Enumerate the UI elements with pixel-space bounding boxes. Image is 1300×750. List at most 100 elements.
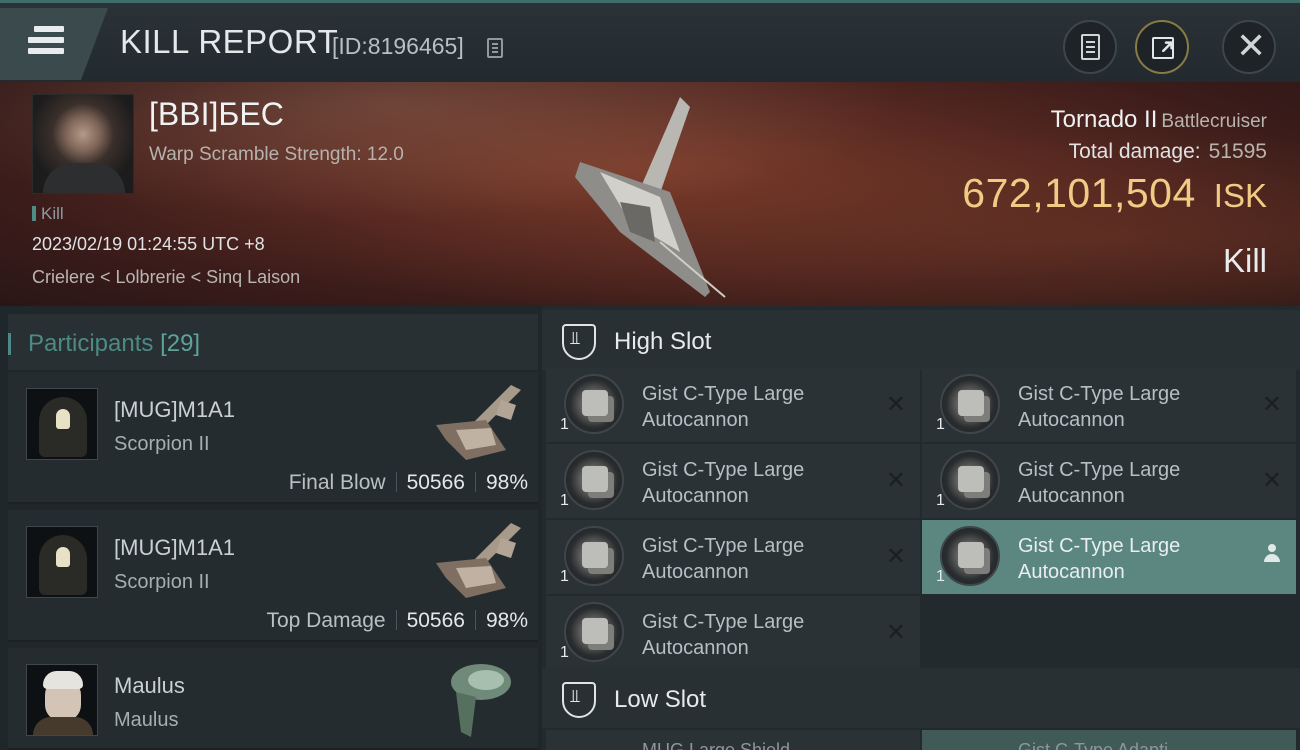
module-slot[interactable]: 1 Gist C-Type Large Autocannon ✕ [922, 444, 1296, 518]
module-slot[interactable]: 1 Gist C-Type Large Autocannon ✕ [546, 368, 920, 442]
high-slot-label: High Slot [614, 328, 712, 355]
autocannon-icon [940, 526, 1000, 586]
module-name: Gist C-Type Large Autocannon [642, 383, 805, 431]
participants-panel: Participants [29] [MUG]M1A1 Scorpion II … [0, 306, 542, 750]
participant-row[interactable]: Maulus Maulus [8, 648, 538, 750]
top-bar: KILL REPORT [ID:8196465] ➜ ✕ [0, 0, 1300, 82]
close-button[interactable]: ✕ [1222, 20, 1276, 74]
autocannon-icon [564, 526, 624, 586]
ship-name[interactable]: Tornado II [1051, 106, 1158, 133]
autocannon-icon [940, 450, 1000, 510]
participant-stats: Final Blow 50566 98% [289, 471, 528, 495]
module-name: Gist C-Type Adapti... [1018, 740, 1184, 750]
module-slot-selected[interactable]: 1 Gist C-Type Large Autocannon [922, 520, 1296, 594]
clipboard-button[interactable] [1063, 20, 1117, 74]
participant-row[interactable]: [MUG]M1A1 Scorpion II Top Damage 50566 98% [8, 510, 538, 642]
module-name: Gist C-Type Large Autocannon [1018, 535, 1181, 583]
module-name: Gist C-Type Large Autocannon [642, 611, 805, 659]
total-damage-label: Total damage: [1068, 140, 1201, 163]
participant-stats: Top Damage 50566 98% [266, 609, 528, 633]
low-slot-header: Low Slot [542, 668, 1300, 728]
victim-name[interactable]: [BBI]БЕС [149, 96, 284, 133]
report-id: [ID:8196465] [332, 33, 464, 59]
participants-count: [29] [160, 330, 201, 357]
module-qty: 1 [936, 568, 945, 585]
participants-header: Participants [29] [7, 314, 538, 370]
destroyed-icon: ✕ [885, 543, 906, 570]
kill-banner: [BBI]БЕС Warp Scramble Strength: 12.0 Ki… [0, 82, 1300, 306]
autocannon-icon [564, 450, 624, 510]
module-slot[interactable]: 1 Gist C-Type Large Autocannon ✕ [546, 520, 920, 594]
autocannon-icon [940, 374, 1000, 434]
result-label: Kill [1222, 242, 1267, 279]
page-title: KILL REPORT [120, 23, 339, 60]
participant-role: Top Damage [266, 609, 386, 632]
module-slot[interactable]: 1 Gist C-Type Large Autocannon ✕ [546, 596, 920, 670]
menu-icon [28, 26, 64, 59]
module-name: Gist C-Type Large Autocannon [642, 459, 805, 507]
participant-row[interactable]: [MUG]M1A1 Scorpion II Final Blow 50566 98% [8, 372, 538, 504]
module-qty: 1 [936, 492, 945, 509]
participant-ship: Scorpion II [114, 571, 210, 593]
avatar [26, 664, 98, 736]
destroyed-icon: ✕ [885, 619, 906, 646]
participants-label: Participants [28, 330, 154, 357]
victim-ship: Tornado II Battlecruiser [1051, 106, 1267, 134]
module-qty: 1 [560, 492, 569, 509]
total-damage-value: 51595 [1208, 140, 1267, 163]
total-damage: Total damage: 51595 [1069, 140, 1267, 164]
module-name: MUG Large Shield... [642, 740, 806, 750]
warp-scramble: Warp Scramble Strength: 12.0 [149, 144, 404, 165]
module-name: Gist C-Type Large Autocannon [642, 535, 805, 583]
module-slot[interactable]: 1 Gist C-Type Large Autocannon ✕ [546, 444, 920, 518]
participant-ship: Scorpion II [114, 433, 210, 455]
clipboard-icon [1081, 34, 1100, 60]
avatar [26, 526, 98, 598]
participant-damage: 50566 [406, 609, 465, 632]
participant-name: [MUG]M1A1 [114, 535, 236, 560]
ship-class: Battlecruiser [1161, 111, 1267, 132]
participant-role: Final Blow [288, 471, 386, 494]
module-slot[interactable]: MUG Large Shield... [546, 730, 920, 750]
participant-name: [MUG]M1A1 [114, 397, 236, 422]
destroyed-icon: ✕ [1261, 391, 1282, 418]
low-slot-label: Low Slot [614, 686, 707, 713]
kill-datetime: 2023/02/19 01:24:55 UTC +8 [32, 234, 265, 254]
isk-amount: 672,101,504 [962, 170, 1196, 216]
victim-portrait[interactable] [32, 94, 134, 194]
participant-ship: Maulus [114, 709, 179, 731]
menu-button[interactable] [0, 8, 108, 80]
autocannon-icon [564, 602, 624, 662]
isk-value: 672,101,504 ISK [962, 170, 1267, 217]
participant-damage: 50566 [406, 471, 465, 494]
copy-icon[interactable] [487, 38, 503, 58]
victim-ship-image[interactable] [560, 92, 760, 302]
participant-name: Maulus [114, 673, 185, 698]
module-qty: 1 [560, 416, 569, 433]
participant-ship-image [451, 664, 511, 737]
destroyed-icon: ✕ [1261, 467, 1282, 494]
destroyed-icon: ✕ [885, 391, 906, 418]
module-qty: 1 [560, 568, 569, 585]
kill-location[interactable]: Crielere < Lolbrerie < Sinq Laison [32, 267, 300, 288]
isk-unit: ISK [1213, 177, 1267, 214]
autocannon-icon [564, 374, 624, 434]
participant-ship-image [436, 523, 521, 598]
close-icon: ✕ [1236, 25, 1267, 66]
result-tag: Kill [32, 204, 64, 224]
avatar [26, 388, 98, 460]
high-slot-icon [562, 324, 596, 360]
module-qty: 1 [560, 644, 569, 661]
module-qty: 1 [936, 416, 945, 433]
fitting-panel: High Slot 1 Gist C-Type Large Autocannon… [542, 306, 1300, 750]
module-name: Gist C-Type Large Autocannon [1018, 383, 1181, 431]
module-name: Gist C-Type Large Autocannon [1018, 459, 1181, 507]
high-slot-header: High Slot [542, 310, 1300, 370]
module-slot[interactable]: Gist C-Type Adapti... [922, 730, 1296, 750]
module-slot[interactable]: 1 Gist C-Type Large Autocannon ✕ [922, 368, 1296, 442]
destroyed-icon: ✕ [885, 467, 906, 494]
user-icon [1264, 544, 1280, 564]
share-button[interactable]: ➜ [1135, 20, 1189, 74]
participant-percent: 98% [485, 609, 528, 632]
participant-ship-image [436, 385, 521, 460]
